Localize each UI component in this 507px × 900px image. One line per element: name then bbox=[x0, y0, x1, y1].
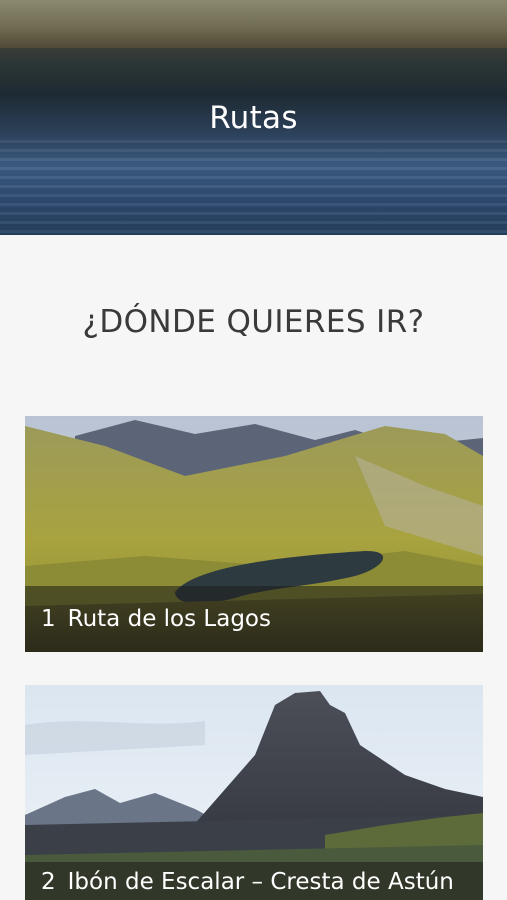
route-2-label: 2 Ibón de Escalar – Cresta de Astún bbox=[25, 862, 483, 900]
page-title: Rutas bbox=[209, 100, 298, 136]
route-card-2[interactable]: 2 Ibón de Escalar – Cresta de Astún bbox=[25, 685, 483, 900]
route-2-number: 2 bbox=[41, 869, 56, 895]
route-card-1[interactable]: 1 Ruta de los Lagos bbox=[25, 416, 483, 652]
header-banner: Rutas bbox=[0, 0, 507, 235]
section-heading: ¿DÓNDE QUIERES IR? bbox=[82, 304, 425, 340]
hero-mountain-reflection bbox=[0, 0, 507, 48]
route-1-label: 1 Ruta de los Lagos bbox=[25, 586, 483, 652]
route-1-name: Ruta de los Lagos bbox=[67, 606, 271, 632]
hero-water bbox=[0, 140, 507, 235]
route-1-number: 1 bbox=[41, 606, 56, 632]
route-2-name: Ibón de Escalar – Cresta de Astún bbox=[67, 869, 454, 895]
